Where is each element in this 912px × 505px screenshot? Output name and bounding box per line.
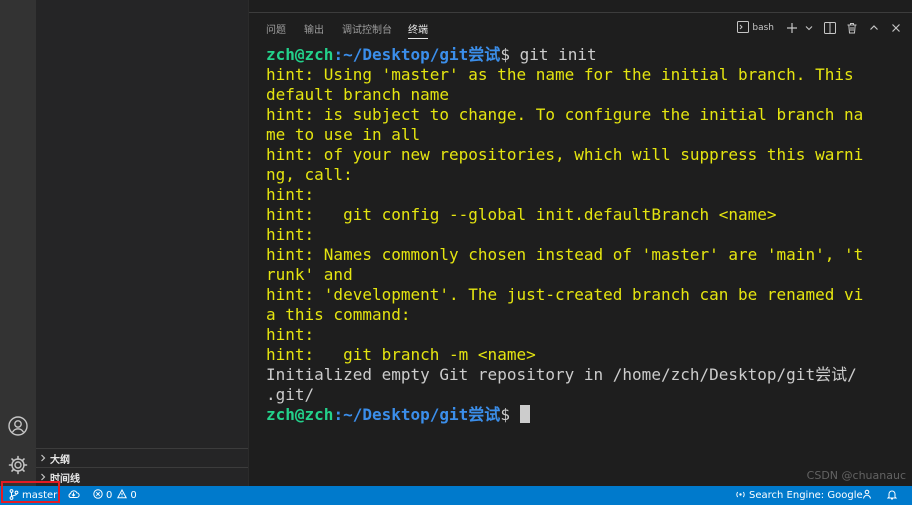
terminal-prompt-line: zch@zch:~/Desktop/git尝试$ <box>266 405 896 425</box>
error-count: 0 <box>106 490 113 501</box>
hint-line: runk' and <box>266 265 353 284</box>
hint-line: default branch name <box>266 85 450 104</box>
chevron-down-icon[interactable] <box>802 19 816 37</box>
account-icon[interactable] <box>4 412 32 440</box>
terminal-output[interactable]: zch@zch:~/Desktop/git尝试$ git init hint: U… <box>266 45 896 425</box>
tab-output[interactable]: 输出 <box>304 21 324 36</box>
tab-terminal[interactable]: 终端 <box>408 21 428 39</box>
timeline-section[interactable]: 时间线 <box>36 467 248 486</box>
broadcast-icon <box>735 489 746 502</box>
prompt-path: :~/Desktop/git尝试 <box>333 45 501 64</box>
hint-line: hint: git branch -m <name> <box>266 345 536 364</box>
cloud-sync-icon <box>67 489 80 502</box>
sync-indicator[interactable] <box>67 486 80 505</box>
search-engine-label: Search Engine: Google <box>749 490 863 501</box>
notifications-indicator[interactable] <box>886 486 898 505</box>
hint-line: hint: <box>266 325 315 344</box>
close-icon[interactable] <box>886 19 906 37</box>
search-engine-indicator[interactable]: Search Engine: Google <box>735 486 863 505</box>
prompt-user: zch@zch <box>266 405 334 424</box>
hint-line: hint: is subject to change. To configure… <box>266 105 864 124</box>
tab-debug-console[interactable]: 调试控制台 <box>342 21 392 36</box>
tab-problems[interactable]: 问题 <box>266 21 286 36</box>
bell-icon <box>886 489 898 503</box>
warning-icon <box>117 488 128 502</box>
panel-tabs: 问题 输出 调试控制台 终端 bash <box>249 13 912 43</box>
feedback-indicator[interactable] <box>862 486 872 505</box>
panel-toolbar: bash <box>735 19 906 37</box>
hint-line: hint: <box>266 185 315 204</box>
hint-line: hint: of your new repositories, which wi… <box>266 145 864 164</box>
branch-name: master <box>22 490 58 501</box>
terminal-profile-label: bash <box>752 23 774 33</box>
person-icon <box>862 489 872 502</box>
timeline-section-label: 时间线 <box>50 473 80 485</box>
chevron-up-icon[interactable] <box>864 19 884 37</box>
watermark: CSDN @chuanauc <box>806 469 906 482</box>
problems-indicator[interactable]: 0 0 <box>93 486 137 505</box>
hint-line: ng, call: <box>266 165 353 184</box>
output-line: .git/ <box>266 385 315 404</box>
git-branch-icon <box>9 488 19 503</box>
terminal-command: git init <box>519 45 597 64</box>
editor-area <box>249 0 912 12</box>
prompt-symbol: $ <box>500 45 520 64</box>
panel: 问题 输出 调试控制台 终端 bash zch@zch:~/Desktop/gi… <box>249 12 912 487</box>
terminal-cursor <box>519 405 530 423</box>
prompt-user: zch@zch <box>266 45 334 64</box>
error-icon <box>93 489 103 502</box>
gear-icon[interactable] <box>4 451 32 479</box>
output-line: Initialized empty Git repository in /hom… <box>266 365 857 384</box>
hint-line: hint: Using 'master' as the name for the… <box>266 65 854 84</box>
hint-line: a this command: <box>266 305 411 324</box>
trash-icon[interactable] <box>842 19 862 37</box>
warning-count: 0 <box>130 490 137 501</box>
sidebar: 大纲 时间线 <box>36 0 249 486</box>
chevron-right-icon <box>36 473 50 481</box>
hint-line: hint: Names commonly chosen instead of '… <box>266 245 864 264</box>
chevron-right-icon <box>36 454 50 462</box>
terminal-command-line: zch@zch:~/Desktop/git尝试$ git init <box>266 45 896 65</box>
terminal-profile[interactable]: bash <box>735 19 776 37</box>
status-bar: master 0 0 Search Engine: Google <box>0 486 912 505</box>
hint-line: hint: git config --global init.defaultBr… <box>266 205 777 224</box>
prompt-symbol: $ <box>500 405 520 424</box>
outline-section-label: 大纲 <box>50 454 70 466</box>
hint-line: me to use in all <box>266 125 421 144</box>
outline-section[interactable]: 大纲 <box>36 448 248 467</box>
terminal-icon <box>737 20 750 36</box>
hint-line: hint: 'development'. The just-created br… <box>266 285 864 304</box>
hint-line: hint: <box>266 225 315 244</box>
prompt-path: :~/Desktop/git尝试 <box>333 405 501 424</box>
split-icon[interactable] <box>820 19 840 37</box>
activity-bar <box>0 0 36 486</box>
branch-indicator[interactable]: master <box>9 486 57 505</box>
plus-icon[interactable] <box>782 19 802 37</box>
